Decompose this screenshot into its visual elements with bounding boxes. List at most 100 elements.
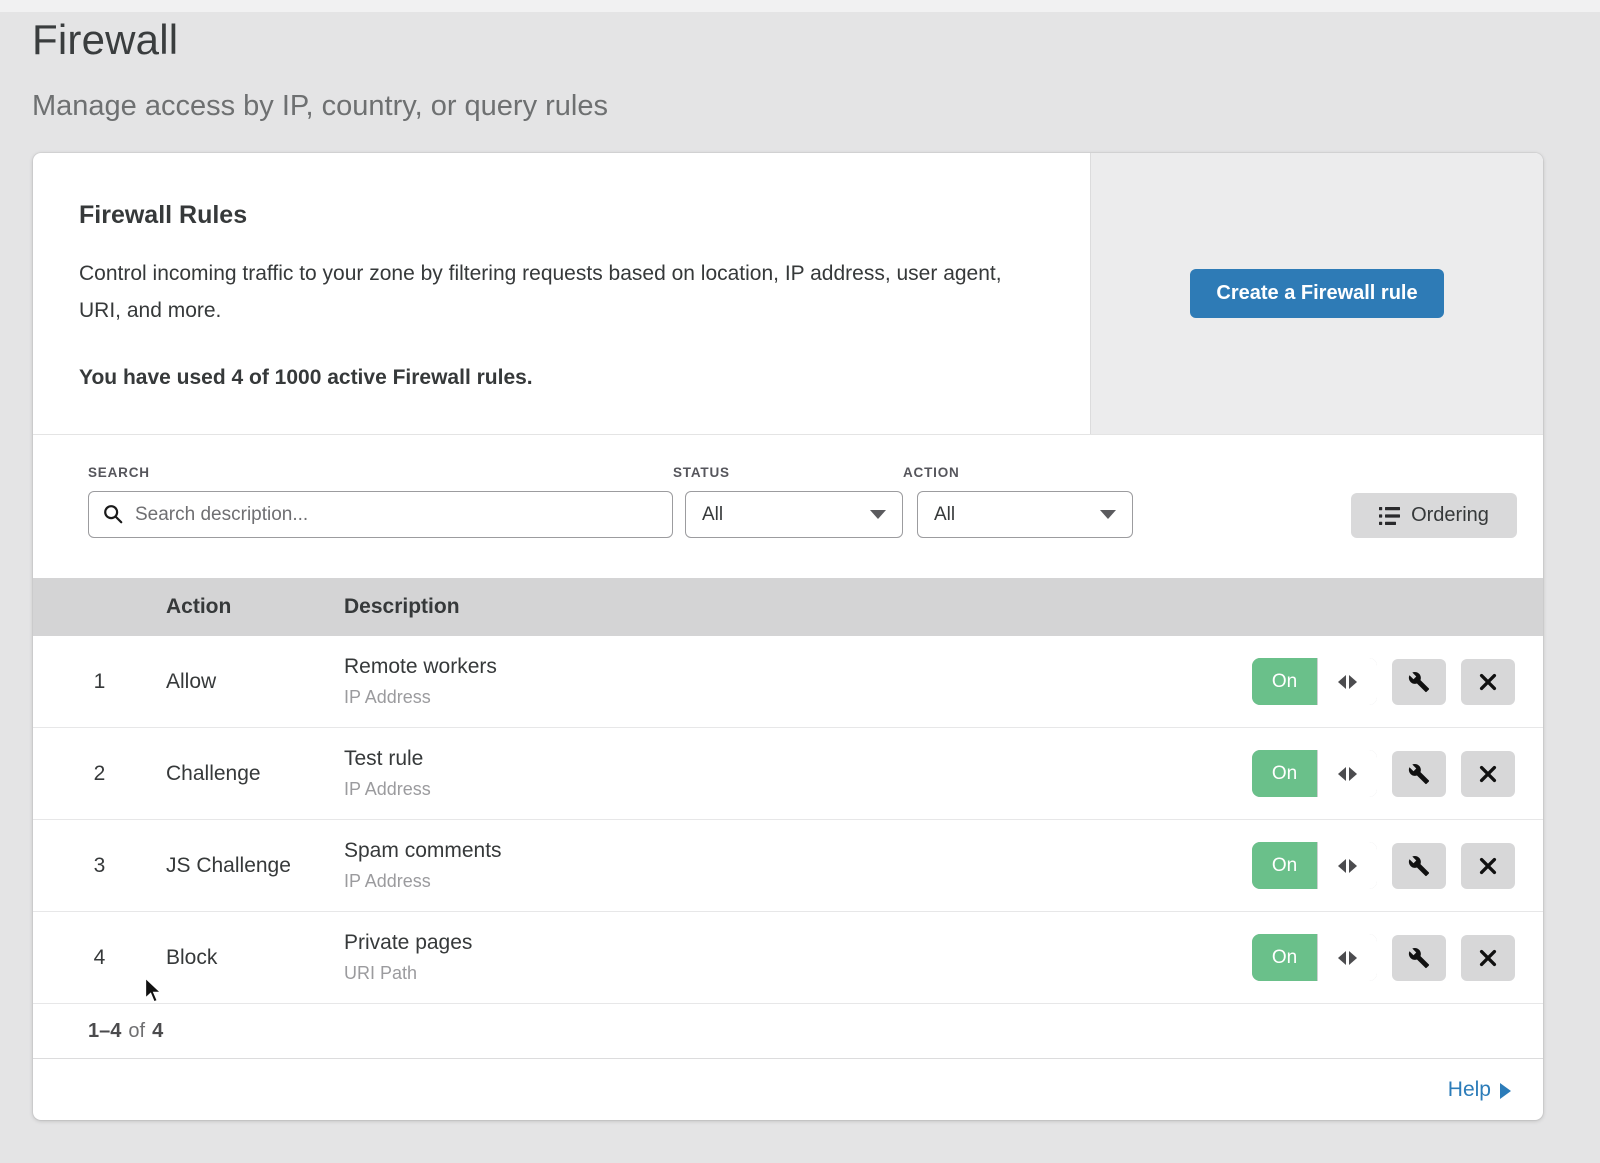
delete-rule-button[interactable] [1461, 659, 1515, 705]
arrow-left-icon [1338, 675, 1346, 689]
create-firewall-rule-button[interactable]: Create a Firewall rule [1190, 269, 1443, 318]
edit-rule-button[interactable] [1392, 751, 1446, 797]
arrow-right-icon [1349, 951, 1357, 965]
toggle-on-label: On [1252, 750, 1317, 797]
action-filter-group: ACTION All [903, 465, 1133, 538]
page-header: Firewall Manage access by IP, country, o… [0, 12, 1600, 123]
arrow-right-icon [1349, 767, 1357, 781]
arrow-left-icon [1338, 859, 1346, 873]
search-filter-group: SEARCH [88, 465, 673, 538]
edit-rule-button[interactable] [1392, 659, 1446, 705]
ordering-button-label: Ordering [1411, 504, 1489, 527]
action-label: ACTION [903, 465, 1133, 480]
rules-description: Control incoming traffic to your zone by… [79, 256, 1030, 330]
rule-description: Spam comments [344, 839, 1252, 863]
status-selected-value: All [702, 504, 723, 526]
action-selected-value: All [934, 504, 955, 526]
rule-action: Allow [166, 670, 344, 694]
chevron-down-icon [870, 510, 886, 519]
rule-enabled-toggle[interactable]: On [1252, 842, 1377, 889]
rule-match-type: IP Address [344, 871, 1252, 892]
wrench-icon [1408, 671, 1430, 693]
wrench-icon [1408, 763, 1430, 785]
pagination-of: of [128, 1020, 145, 1043]
delete-rule-button[interactable] [1461, 935, 1515, 981]
rules-usage-count: You have used 4 of 1000 active Firewall … [79, 366, 1030, 390]
page-subtitle: Manage access by IP, country, or query r… [32, 90, 1568, 123]
ordering-button[interactable]: Ordering [1351, 493, 1517, 538]
toggle-drag-handle[interactable] [1317, 750, 1377, 797]
toggle-on-label: On [1252, 658, 1317, 705]
wrench-icon [1408, 947, 1430, 969]
rule-controls: On [1252, 658, 1543, 705]
delete-rule-button[interactable] [1461, 843, 1515, 889]
toggle-on-label: On [1252, 842, 1317, 889]
search-box [88, 491, 673, 538]
arrow-right-icon [1349, 859, 1357, 873]
table-row: 3 JS Challenge Spam comments IP Address … [33, 820, 1543, 912]
rule-number: 3 [33, 854, 166, 878]
rule-action: Block [166, 946, 344, 970]
arrow-right-icon [1349, 675, 1357, 689]
table-header: Action Description [33, 578, 1543, 636]
top-strip [0, 0, 1600, 12]
toggle-drag-handle[interactable] [1317, 842, 1377, 889]
toggle-on-label: On [1252, 934, 1317, 981]
edit-rule-button[interactable] [1392, 935, 1446, 981]
search-icon [102, 503, 124, 525]
toggle-drag-handle[interactable] [1317, 934, 1377, 981]
search-input[interactable] [88, 491, 673, 538]
column-header-description: Description [344, 595, 1543, 619]
triangle-right-icon [1500, 1083, 1511, 1099]
close-icon [1477, 855, 1499, 877]
close-icon [1477, 763, 1499, 785]
status-filter-group: STATUS All [673, 465, 903, 538]
wrench-icon [1408, 855, 1430, 877]
close-icon [1477, 947, 1499, 969]
rule-description: Private pages [344, 931, 1252, 955]
arrow-left-icon [1338, 767, 1346, 781]
toggle-drag-handle[interactable] [1317, 658, 1377, 705]
rule-action: Challenge [166, 762, 344, 786]
rule-description: Test rule [344, 747, 1252, 771]
search-label: SEARCH [88, 465, 673, 480]
table-row: 1 Allow Remote workers IP Address On [33, 636, 1543, 728]
rule-number: 2 [33, 762, 166, 786]
rule-controls: On [1252, 750, 1543, 797]
rule-match-type: URI Path [344, 963, 1252, 984]
rule-enabled-toggle[interactable]: On [1252, 934, 1377, 981]
rules-heading: Firewall Rules [79, 201, 1030, 230]
rule-action: JS Challenge [166, 854, 344, 878]
list-icon [1379, 507, 1400, 525]
status-select[interactable]: All [685, 491, 903, 538]
arrow-left-icon [1338, 951, 1346, 965]
rules-intro: Firewall Rules Control incoming traffic … [33, 153, 1090, 434]
chevron-down-icon [1100, 510, 1116, 519]
close-icon [1477, 671, 1499, 693]
table-row: 4 Block Private pages URI Path On [33, 912, 1543, 1004]
pagination-row: 1–4 of 4 [33, 1004, 1543, 1059]
status-label: STATUS [673, 465, 903, 480]
rule-match-type: IP Address [344, 687, 1252, 708]
pagination-total: 4 [152, 1020, 163, 1043]
page-title: Firewall [32, 16, 1568, 64]
help-link-label: Help [1448, 1078, 1491, 1102]
edit-rule-button[interactable] [1392, 843, 1446, 889]
help-link[interactable]: Help [1448, 1078, 1511, 1102]
rule-description: Remote workers [344, 655, 1252, 679]
rule-enabled-toggle[interactable]: On [1252, 750, 1377, 797]
create-rule-panel: Create a Firewall rule [1090, 153, 1543, 434]
rules-intro-section: Firewall Rules Control incoming traffic … [33, 153, 1543, 435]
delete-rule-button[interactable] [1461, 751, 1515, 797]
filter-bar: SEARCH STATUS All ACTION All [33, 435, 1543, 578]
rule-number: 4 [33, 946, 166, 970]
rule-enabled-toggle[interactable]: On [1252, 658, 1377, 705]
rule-match-type: IP Address [344, 779, 1252, 800]
help-row: Help [33, 1059, 1543, 1120]
column-header-action: Action [166, 595, 344, 619]
action-select[interactable]: All [917, 491, 1133, 538]
rule-controls: On [1252, 842, 1543, 889]
table-row: 2 Challenge Test rule IP Address On [33, 728, 1543, 820]
firewall-rules-card: Firewall Rules Control incoming traffic … [33, 153, 1543, 1120]
rules-table-body: 1 Allow Remote workers IP Address On [33, 636, 1543, 1004]
